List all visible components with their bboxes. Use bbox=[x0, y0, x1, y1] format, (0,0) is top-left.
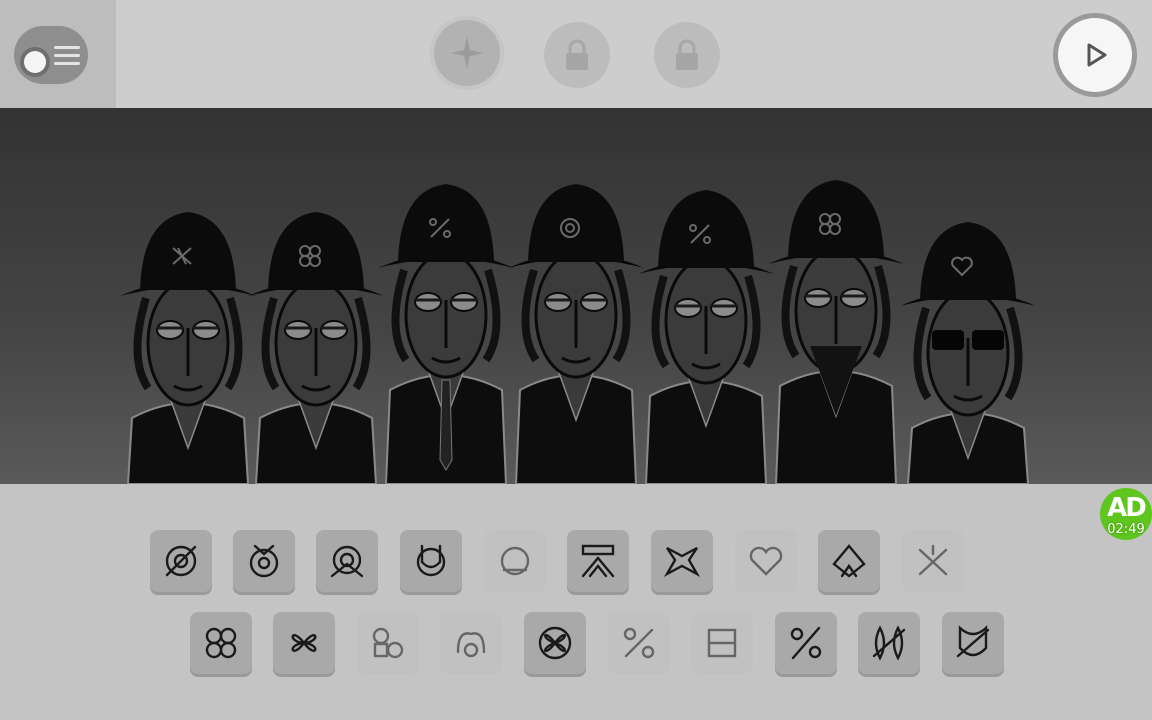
beat-icon-5 bbox=[500, 546, 530, 576]
sound-button-top-9[interactable] bbox=[818, 530, 880, 592]
voice-icon-3 bbox=[790, 626, 822, 660]
effect-icon-2 bbox=[663, 546, 701, 578]
sound-button-bottom-4[interactable] bbox=[440, 612, 502, 674]
sound-button-bottom-8[interactable] bbox=[775, 612, 837, 674]
ad-label: AD bbox=[1107, 493, 1147, 523]
effect-icon-5 bbox=[918, 544, 948, 576]
character-7[interactable] bbox=[900, 222, 1036, 484]
character-4[interactable] bbox=[508, 184, 644, 484]
beat-icon-4 bbox=[416, 544, 446, 577]
voice-icon-4 bbox=[872, 625, 906, 661]
character-6[interactable] bbox=[768, 180, 904, 484]
sound-palette-row-bottom bbox=[0, 612, 1152, 674]
sound-button-top-4[interactable] bbox=[400, 530, 462, 592]
ad-badge[interactable]: AD 02:49 bbox=[1100, 488, 1152, 540]
play-icon bbox=[1087, 43, 1107, 67]
effect-icon-4 bbox=[832, 544, 866, 578]
voice-icon-5 bbox=[956, 625, 990, 658]
sound-button-top-10[interactable] bbox=[902, 530, 964, 592]
sound-button-top-1[interactable] bbox=[150, 530, 212, 592]
sound-button-bottom-7[interactable] bbox=[691, 612, 753, 674]
sound-button-bottom-6[interactable] bbox=[608, 612, 670, 674]
sound-button-bottom-2[interactable] bbox=[273, 612, 335, 674]
bonus-button[interactable] bbox=[430, 16, 504, 90]
sound-button-bottom-5[interactable] bbox=[524, 612, 586, 674]
effect-icon-3 bbox=[749, 546, 783, 576]
melody-icon-2 bbox=[291, 634, 317, 652]
sound-button-top-5[interactable] bbox=[484, 530, 546, 592]
melody-icon-3 bbox=[372, 627, 404, 659]
voice-icon-2 bbox=[707, 628, 737, 658]
character-stage bbox=[0, 108, 1152, 484]
top-bar bbox=[0, 0, 1152, 108]
padlock-icon bbox=[676, 39, 698, 70]
ad-timer: 02:49 bbox=[1107, 522, 1145, 537]
character-1[interactable] bbox=[120, 212, 256, 484]
padlock-icon bbox=[566, 39, 588, 70]
effect-icon-1 bbox=[581, 544, 615, 578]
character-2[interactable] bbox=[248, 212, 384, 484]
play-button[interactable] bbox=[1058, 18, 1132, 92]
locked-bonus-button-2[interactable] bbox=[654, 22, 720, 88]
sound-button-top-6[interactable] bbox=[567, 530, 629, 592]
menu-toggle-icon bbox=[54, 46, 80, 70]
sparkle-icon bbox=[451, 37, 483, 69]
character-3[interactable] bbox=[378, 184, 514, 484]
sound-button-top-3[interactable] bbox=[316, 530, 378, 592]
menu-panel bbox=[0, 0, 116, 108]
sound-button-bottom-10[interactable] bbox=[942, 612, 1004, 674]
character-lineup bbox=[120, 180, 1036, 484]
sound-button-bottom-3[interactable] bbox=[357, 612, 419, 674]
sound-button-top-2[interactable] bbox=[233, 530, 295, 592]
sound-button-top-7[interactable] bbox=[651, 530, 713, 592]
sound-button-bottom-9[interactable] bbox=[858, 612, 920, 674]
sound-button-bottom-1[interactable] bbox=[190, 612, 252, 674]
locked-bonus-button-1[interactable] bbox=[544, 22, 610, 88]
voice-icon-1 bbox=[623, 627, 655, 659]
sound-palette-row-top bbox=[0, 530, 1152, 592]
melody-icon-4 bbox=[456, 632, 486, 658]
beat-icon-2 bbox=[249, 544, 279, 578]
character-5[interactable] bbox=[638, 190, 774, 484]
menu-toggle-button[interactable] bbox=[14, 26, 88, 84]
beat-icon-3 bbox=[330, 545, 364, 578]
sound-button-top-8[interactable] bbox=[735, 530, 797, 592]
melody-icon-1 bbox=[205, 627, 237, 659]
melody-icon-5 bbox=[538, 626, 572, 660]
beat-icon-1 bbox=[165, 545, 197, 577]
toggle-knob bbox=[24, 51, 46, 73]
